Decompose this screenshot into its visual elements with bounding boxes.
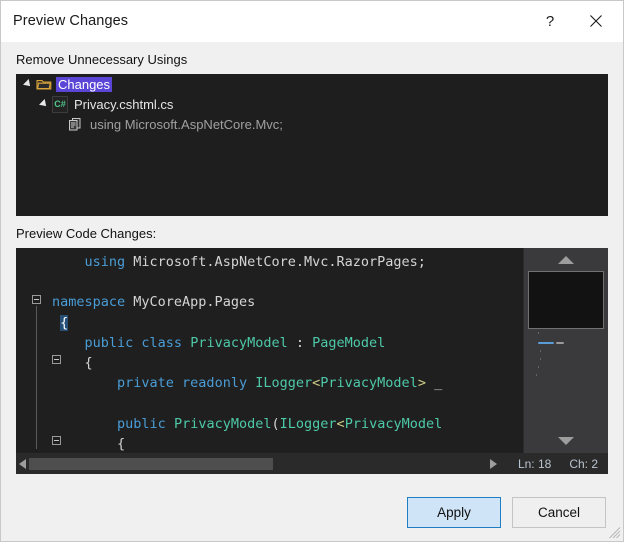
tree-item-changes[interactable]: Changes <box>16 74 608 94</box>
line-indicator: Ln: 18 <box>517 457 552 471</box>
code-token: { <box>52 354 93 371</box>
minimap-line <box>540 358 541 360</box>
code-token: namespace <box>52 294 126 311</box>
csharp-file-icon: C# <box>52 95 68 113</box>
using-directive-icon <box>68 116 84 132</box>
close-icon <box>590 15 602 27</box>
resize-grip[interactable] <box>608 526 621 539</box>
window-title: Preview Changes <box>13 13 129 29</box>
minimap-line <box>540 350 541 352</box>
editor-status-bar: Ln: 18 Ch: 2 <box>16 453 608 474</box>
horizontal-scroll-thumb[interactable] <box>29 458 273 470</box>
horizontal-scrollbar[interactable] <box>16 454 500 474</box>
code-token: ( <box>271 415 280 432</box>
code-token: > <box>417 375 426 392</box>
code-section-label: Preview Code Changes: <box>16 226 157 241</box>
code-line: private readonly ILogger<PrivacyModel> _ <box>16 373 523 393</box>
expander-icon[interactable] <box>20 74 36 94</box>
code-token: public class <box>84 334 183 351</box>
code-token: < <box>336 415 345 432</box>
code-line: public class PrivacyModel : PageModel <box>16 333 523 353</box>
code-token: PrivacyModel <box>173 415 272 432</box>
minimap-line <box>536 374 537 376</box>
tree-item-using-directive[interactable]: using Microsoft.AspNetCore.Mvc; <box>16 114 608 134</box>
code-token: PageModel <box>312 334 386 351</box>
scroll-left-arrow-icon[interactable] <box>19 459 26 469</box>
code-line: { <box>16 353 523 373</box>
code-token: using <box>84 254 126 270</box>
tree-item-label: Privacy.cshtml.cs <box>74 96 174 112</box>
help-button[interactable]: ? <box>527 2 573 40</box>
minimap-line <box>538 342 554 344</box>
code-token: PrivacyModel <box>190 334 288 351</box>
apply-button[interactable]: Apply <box>407 497 501 528</box>
code-token: PrivacyModel <box>344 415 443 432</box>
minimap-line <box>556 342 564 344</box>
scroll-down-arrow-icon[interactable] <box>558 437 574 445</box>
code-token: { <box>52 435 126 452</box>
code-token: ILogger <box>255 375 313 392</box>
preview-code-panel: using Microsoft.AspNetCore.Mvc.RazorPage… <box>16 248 608 474</box>
question-mark-icon: ? <box>545 12 555 30</box>
code-token: { <box>60 314 69 331</box>
tree-item-label: using Microsoft.AspNetCore.Mvc; <box>90 116 283 132</box>
code-token: _ <box>425 375 443 392</box>
scroll-right-arrow-icon[interactable] <box>489 459 497 469</box>
status-indicators: Ln: 18 Ch: 2 <box>500 457 608 471</box>
code-token: public <box>117 415 166 432</box>
minimap-line <box>538 332 539 334</box>
dialog-footer: Apply Cancel <box>1 484 623 541</box>
cancel-button[interactable]: Cancel <box>512 497 606 528</box>
title-bar: Preview Changes ? <box>1 1 623 42</box>
code-main: using Microsoft.AspNetCore.Mvc.RazorPage… <box>16 248 608 453</box>
code-token: Microsoft.AspNetCore.Mvc.RazorPages; <box>125 254 426 270</box>
tree-item-privacy-file[interactable]: C# Privacy.cshtml.cs <box>16 94 608 114</box>
code-token: : <box>287 334 313 351</box>
code-line: { <box>16 434 523 453</box>
minimap-viewport[interactable] <box>528 271 604 329</box>
code-token: private readonly <box>117 375 248 392</box>
column-indicator: Ch: 2 <box>569 457 598 471</box>
code-lines: using Microsoft.AspNetCore.Mvc.RazorPage… <box>16 248 523 453</box>
code-token: MyCoreApp.Pages <box>125 294 256 311</box>
preview-changes-dialog: Preview Changes ? Remove Unnecessary Usi… <box>0 0 624 542</box>
code-editor[interactable]: using Microsoft.AspNetCore.Mvc.RazorPage… <box>16 248 523 453</box>
expander-icon[interactable] <box>36 94 52 114</box>
code-line: public PrivacyModel(ILogger<PrivacyModel <box>16 414 523 434</box>
code-minimap[interactable] <box>523 248 608 453</box>
code-line: using Microsoft.AspNetCore.Mvc.RazorPage… <box>16 252 523 272</box>
code-token: PrivacyModel <box>320 375 418 392</box>
changes-tree[interactable]: Changes C# Privacy.cshtml.cs using Micro… <box>16 74 608 216</box>
scroll-up-arrow-icon[interactable] <box>558 256 574 264</box>
close-button[interactable] <box>573 2 619 40</box>
code-line: { <box>16 313 523 333</box>
tree-section-label: Remove Unnecessary Usings <box>16 52 188 67</box>
minimap-line <box>538 366 539 368</box>
tree-item-label: Changes <box>56 76 113 92</box>
folder-icon <box>36 76 52 92</box>
dialog-body: Remove Unnecessary Usings Changes C# Pri… <box>1 42 623 484</box>
code-line: namespace MyCoreApp.Pages <box>16 292 523 312</box>
code-token: ILogger <box>279 415 337 432</box>
